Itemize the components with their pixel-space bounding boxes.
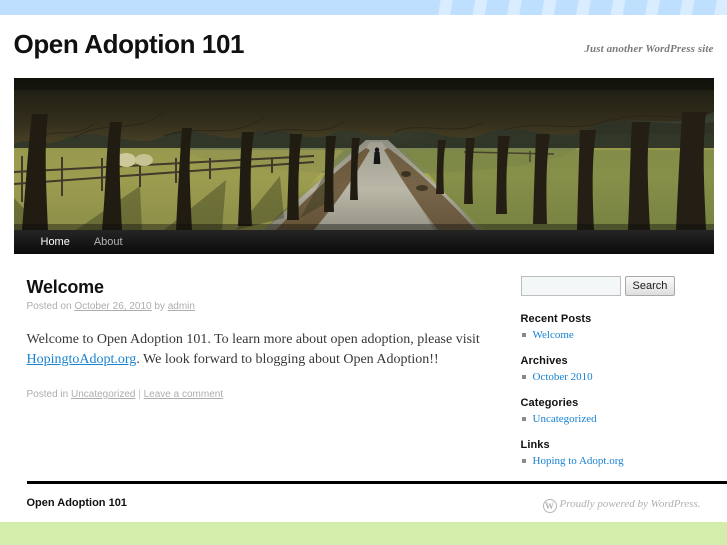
nav-item-home[interactable]: Home (29, 230, 82, 254)
nav-item-about[interactable]: About (82, 230, 135, 254)
post-utility-prefix: Posted in (26, 389, 71, 400)
list-item[interactable]: Hoping to Adopt.org (521, 454, 701, 469)
post-meta: Posted on October 26, 2010 by admin (27, 300, 497, 314)
post-text-after-link: . We look forward to blogging about Open… (136, 352, 439, 367)
search-form: Search (520, 276, 701, 296)
post-content: Welcome to Open Adoption 101. To learn m… (27, 330, 497, 370)
widget-archives: Archives October 2010 (521, 354, 701, 385)
widget-categories: Categories Uncategorized (521, 396, 701, 427)
widget-list-recent-posts: Welcome (521, 328, 701, 343)
post-meta-by: by (151, 301, 168, 312)
nav-link-about[interactable]: About (82, 230, 135, 254)
wordpress-logo-icon: W (542, 499, 557, 513)
header-image (13, 78, 714, 230)
leave-comment-link[interactable]: Leave a comment (144, 389, 224, 400)
footer: Open Adoption 101 W Proudly powered by Wo… (14, 496, 714, 520)
post-date-link[interactable]: October 26, 2010 (74, 301, 151, 312)
primary-navigation: Home About (13, 230, 714, 254)
post-article: Welcome Posted on October 26, 2010 by ad… (27, 276, 497, 402)
widget-title-categories: Categories (520, 397, 579, 409)
list-item[interactable]: October 2010 (521, 370, 701, 385)
post-text-before-link: Welcome to Open Adoption 101. To learn m… (26, 332, 480, 347)
list-item[interactable]: Welcome (521, 328, 701, 343)
post-utility-separator: | (135, 389, 144, 400)
post-paragraph: Welcome to Open Adoption 101. To learn m… (27, 330, 497, 370)
top-band-rays-pattern (430, 0, 727, 15)
page-title: Open Adoption 101 (14, 30, 245, 58)
site-branding: Open Adoption 101 Just another WordPress… (14, 15, 714, 78)
category-link-uncategorized[interactable]: Uncategorized (533, 413, 597, 425)
widget-title-archives: Archives (520, 355, 568, 367)
search-button[interactable]: Search (624, 276, 676, 296)
widget-list-categories: Uncategorized (521, 412, 701, 427)
widget-list-archives: October 2010 (521, 370, 701, 385)
search-input[interactable] (520, 276, 621, 296)
browser-bottom-band (0, 522, 727, 545)
widget-title-links: Links (520, 439, 550, 451)
recent-post-link-welcome[interactable]: Welcome (533, 329, 574, 341)
site-title-link[interactable]: Open Adoption 101 (14, 29, 245, 59)
page-wrapper: Open Adoption 101 Just another WordPress… (0, 15, 727, 522)
archive-link-october-2010[interactable]: October 2010 (533, 371, 593, 383)
site-tagline: Just another WordPress site (584, 43, 714, 55)
blogroll-link-hoping-to-adopt[interactable]: Hoping to Adopt.org (533, 455, 624, 467)
footer-generator-text[interactable]: Proudly powered by WordPress. (560, 498, 701, 510)
post-meta-prefix: Posted on (26, 301, 75, 312)
footer-divider (26, 481, 727, 484)
post-title: Welcome (26, 277, 105, 297)
widget-links: Links Hoping to Adopt.org (521, 438, 701, 469)
hopingtoadopt-link[interactable]: HopingtoAdopt.org (27, 352, 137, 367)
footer-generator[interactable]: W Proudly powered by WordPress. (542, 496, 701, 513)
post-category-link[interactable]: Uncategorized (71, 389, 135, 400)
list-item[interactable]: Uncategorized (521, 412, 701, 427)
post-utility: Posted in Uncategorized | Leave a commen… (27, 388, 497, 402)
main-content-area: Welcome Posted on October 26, 2010 by ad… (14, 254, 714, 483)
nav-link-home[interactable]: Home (29, 230, 82, 254)
browser-top-band (0, 0, 727, 15)
widget-list-links: Hoping to Adopt.org (521, 454, 701, 469)
post-author-link[interactable]: admin (168, 301, 195, 312)
sidebar: Search Recent Posts Welcome Archives Oct… (520, 276, 701, 480)
primary-column: Welcome Posted on October 26, 2010 by ad… (27, 276, 497, 402)
page-inner: Open Adoption 101 Just another WordPress… (13, 15, 727, 513)
widget-title-recent-posts: Recent Posts (520, 313, 592, 325)
nav-list: Home About (14, 230, 714, 254)
footer-site-title: Open Adoption 101 (26, 497, 127, 509)
widget-recent-posts: Recent Posts Welcome (521, 312, 701, 343)
